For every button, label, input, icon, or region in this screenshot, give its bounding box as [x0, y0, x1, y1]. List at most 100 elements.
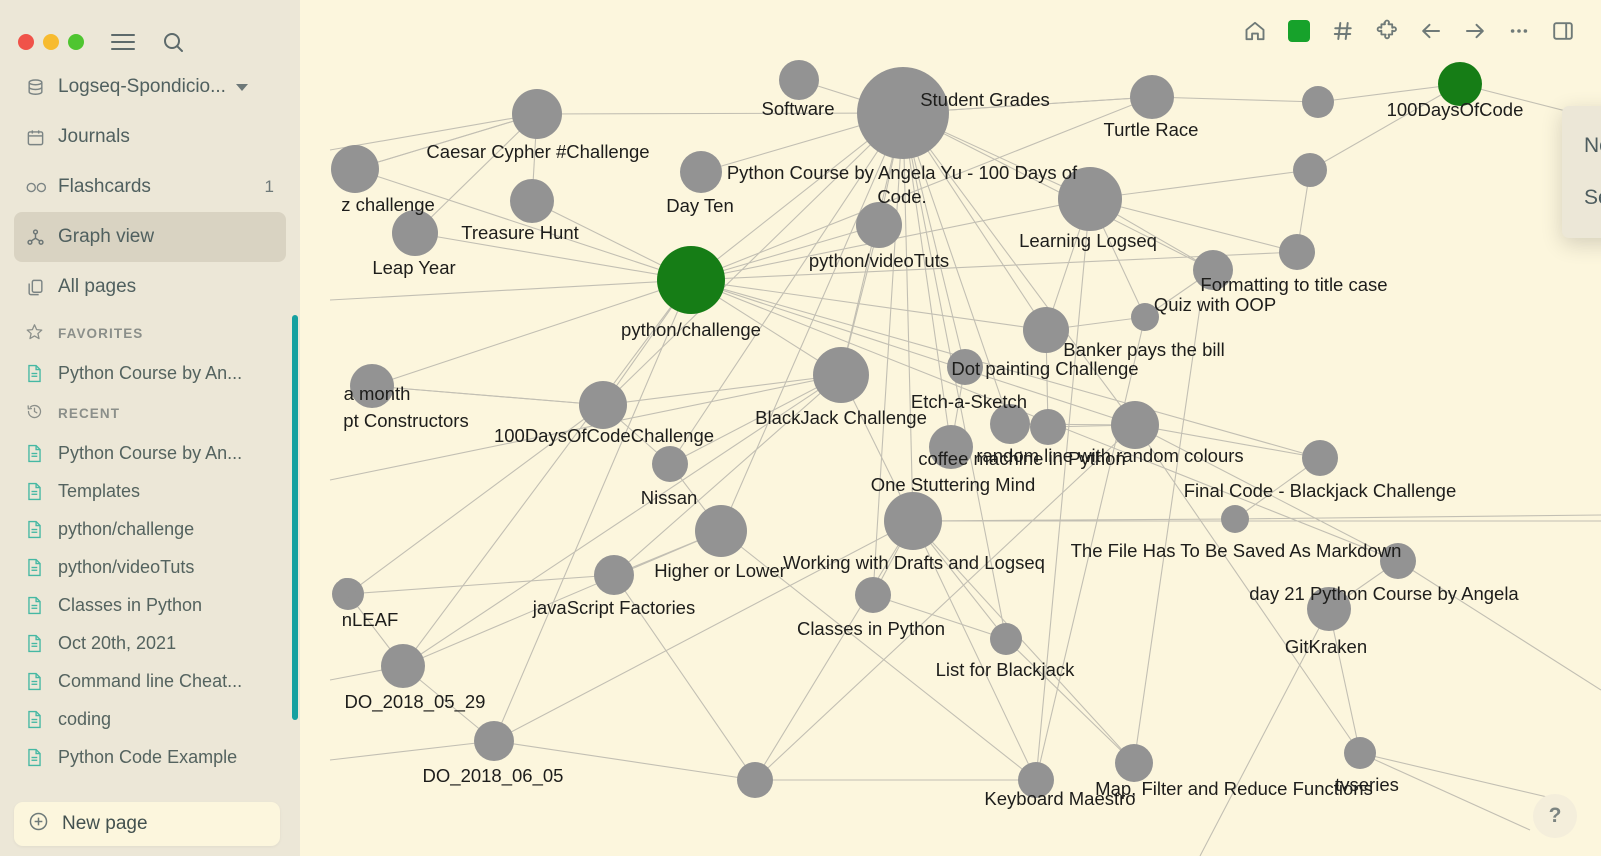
search-icon[interactable]: [161, 30, 185, 54]
recent-page-item-1[interactable]: Templates: [14, 472, 286, 510]
favorite-page-item[interactable]: Python Course by An...: [14, 354, 286, 392]
recent-page-item-2[interactable]: python/challenge: [14, 510, 286, 548]
graph-edge: [493, 279, 692, 742]
graph-node-label: z challenge: [341, 194, 435, 215]
sidebar-item-all-pages[interactable]: All pages: [14, 262, 286, 312]
sidebar-item-flashcards[interactable]: Flashcards 1: [14, 162, 286, 212]
puzzle-icon[interactable]: [1365, 9, 1409, 53]
graph-edge: [536, 112, 904, 115]
graph-node-label: nLEAF: [341, 609, 399, 630]
graph-node[interactable]: [652, 446, 688, 482]
recent-page-item-0[interactable]: Python Course by An...: [14, 434, 286, 472]
graph-node[interactable]: [1023, 307, 1069, 353]
graph-node[interactable]: [857, 67, 949, 159]
graph-node[interactable]: [1030, 409, 1066, 445]
flashcards-count: 1: [264, 177, 274, 196]
page-item-label: Python Course by An...: [58, 362, 243, 383]
sidebar-item-journals[interactable]: Journals: [14, 112, 286, 162]
graph-node[interactable]: [1221, 505, 1249, 533]
graph-node[interactable]: [990, 623, 1022, 655]
graph-node-label: Map, Filter and Reduce Functions: [1095, 778, 1373, 799]
graph-node[interactable]: [392, 210, 438, 256]
graph-node[interactable]: [510, 179, 554, 223]
page-item-label: python/challenge: [58, 518, 195, 539]
graph-node[interactable]: [657, 246, 725, 314]
graph-node[interactable]: [695, 505, 747, 557]
page-item-label: Oct 20th, 2021: [58, 632, 177, 653]
sidebar-scrollbar[interactable]: [292, 315, 298, 720]
recent-page-item-7[interactable]: coding: [14, 700, 286, 738]
top-toolbar: [300, 0, 1601, 62]
graph-node-label: Quiz with OOP: [1153, 294, 1277, 315]
graph-node[interactable]: [737, 762, 773, 798]
page-item-label: python/videoTuts: [58, 556, 195, 577]
help-button[interactable]: ?: [1533, 794, 1577, 838]
graph-node-label: random line with random colours: [976, 445, 1244, 466]
ellipsis-icon[interactable]: [1497, 9, 1541, 53]
graph-edge: [329, 279, 692, 301]
graph-node[interactable]: [1115, 744, 1153, 782]
chevron-down-icon[interactable]: [235, 83, 248, 91]
page-item-label: coding: [58, 708, 112, 729]
page-icon: [26, 558, 52, 577]
maximize-window-button[interactable]: [68, 34, 84, 50]
arrow-left-icon[interactable]: [1409, 9, 1453, 53]
graph-node-label: One Stuttering Mind: [870, 474, 1036, 495]
graph-node-label: Software: [761, 98, 835, 119]
sidebar-item-label: Flashcards: [58, 176, 151, 197]
graph-node[interactable]: [1293, 153, 1327, 187]
graph-node[interactable]: [855, 577, 891, 613]
right-sidebar-icon[interactable]: [1541, 9, 1585, 53]
close-window-button[interactable]: [18, 34, 34, 50]
graph-node[interactable]: [813, 347, 869, 403]
graph-node[interactable]: [884, 492, 942, 550]
graph-selector[interactable]: Logseq-Spondicio...: [14, 62, 286, 112]
graph-node-label: Formatting to title case: [1200, 274, 1388, 295]
recent-page-item-8[interactable]: Python Code Example: [14, 738, 286, 776]
graph-node-label: Banker pays the bill: [1063, 339, 1225, 360]
arrow-right-icon[interactable]: [1453, 9, 1497, 53]
graph-node[interactable]: [1279, 234, 1315, 270]
context-menu-item-label: Search: [1584, 186, 1601, 209]
graph-node[interactable]: [579, 381, 627, 429]
context-menu-item-nodes[interactable]: Nodes: [1562, 120, 1601, 172]
graph-node[interactable]: [1302, 86, 1334, 118]
help-button-label: ?: [1548, 804, 1562, 827]
minimize-window-button[interactable]: [43, 34, 59, 50]
recent-page-item-3[interactable]: python/videoTuts: [14, 548, 286, 586]
hash-icon[interactable]: [1321, 9, 1365, 53]
new-page-button[interactable]: New page: [14, 802, 280, 846]
graph-node[interactable]: [1111, 401, 1159, 449]
graph-context-menu[interactable]: Nodes Search: [1562, 106, 1601, 238]
context-menu-item-search[interactable]: Search: [1562, 172, 1601, 224]
graph-node[interactable]: [680, 151, 722, 193]
graph-node-label: Final Code - Blackjack Challenge: [1183, 480, 1457, 501]
graph-node[interactable]: [381, 644, 425, 688]
graph-node[interactable]: [1344, 737, 1376, 769]
graph-node[interactable]: [779, 60, 819, 100]
new-page-label: New page: [62, 813, 148, 834]
recent-page-item-4[interactable]: Classes in Python: [14, 586, 286, 624]
hamburger-icon[interactable]: [111, 33, 135, 51]
graph-node[interactable]: [331, 145, 379, 193]
recent-page-item-5[interactable]: Oct 20th, 2021: [14, 624, 286, 662]
graph-node[interactable]: [512, 89, 562, 139]
graph-node[interactable]: [336, 578, 356, 598]
graph-node[interactable]: [474, 721, 514, 761]
home-icon[interactable]: [1233, 9, 1277, 53]
graph-node[interactable]: [594, 555, 634, 595]
recent-page-item-6[interactable]: Command line Cheat...: [14, 662, 286, 700]
graph-node-label: Leap Year: [372, 257, 456, 278]
graph-node-label: Code.: [877, 186, 927, 207]
page-icon: [26, 634, 52, 653]
graph-node[interactable]: [1130, 75, 1174, 119]
graph-edge: [1133, 299, 1202, 764]
graph-node[interactable]: [856, 202, 902, 248]
graph-node-label: DO_2018_06_05: [422, 765, 564, 786]
green-square-icon[interactable]: [1277, 9, 1321, 53]
graph-node-label: Python Course by Angela Yu - 100 Days of: [726, 162, 1078, 183]
graph-node[interactable]: [1302, 440, 1338, 476]
sidebar-item-graph-view[interactable]: Graph view: [14, 212, 286, 262]
database-icon: [26, 78, 52, 97]
graph-view-canvas[interactable]: Caesar Cypher #Challenge z challenge Treas…: [300, 0, 1601, 856]
